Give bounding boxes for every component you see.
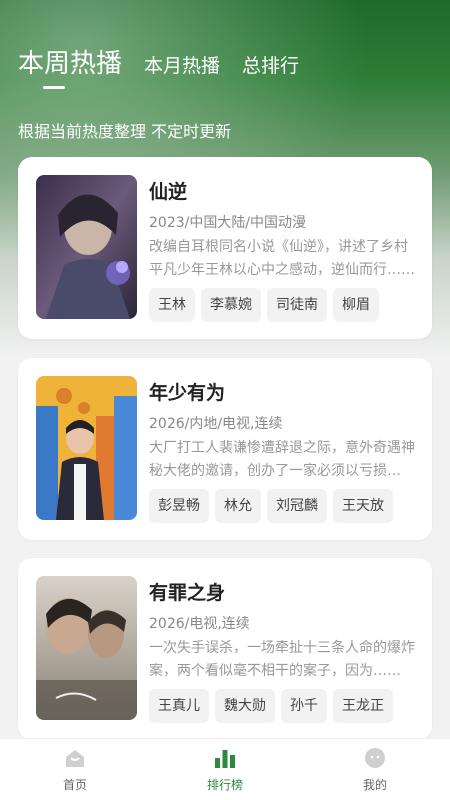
nav-profile-label: 我的: [362, 778, 387, 792]
bottom-navigation: 首页 排行榜 我的: [0, 738, 450, 800]
nav-profile[interactable]: 我的: [300, 739, 450, 800]
show-poster[interactable]: [36, 576, 137, 720]
page-subtitle: 根据当前热度整理 不定时更新: [18, 122, 232, 141]
profile-icon: [365, 748, 385, 768]
nav-home-label: 首页: [62, 778, 87, 792]
cast-tag[interactable]: 刘冠麟: [267, 489, 327, 523]
cast-tag[interactable]: 林允: [215, 489, 261, 523]
show-meta: 2026/电视,连续: [149, 616, 250, 632]
tab-weekly[interactable]: 本周热播: [18, 43, 122, 80]
show-title[interactable]: 仙逆: [149, 177, 187, 204]
nav-home[interactable]: 首页: [0, 739, 150, 800]
cast-tag[interactable]: 王龙正: [333, 689, 393, 723]
show-title[interactable]: 有罪之身: [149, 578, 225, 605]
tab-overall[interactable]: 总排行: [242, 51, 299, 80]
cast-tags: 王林 李慕婉 司徒南 柳眉: [149, 288, 379, 322]
cast-tag[interactable]: 王天放: [333, 489, 393, 523]
show-card[interactable]: 年少有为 2026/内地/电视,连续 大厂打工人裴谦惨遭辞退之际，意外奇遇神秘大…: [18, 358, 432, 540]
show-description: 大厂打工人裴谦惨遭辞退之际，意外奇遇神秘大佬的邀请，创办了一家必须以亏损为……: [149, 440, 415, 479]
cast-tag[interactable]: 魏大勋: [215, 689, 275, 723]
show-meta: 2026/内地/电视,连续: [149, 416, 283, 432]
cast-tag[interactable]: 孙千: [281, 689, 327, 723]
cast-tag[interactable]: 王林: [149, 288, 195, 322]
cast-tags: 彭昱畅 林允 刘冠麟 王天放: [149, 489, 393, 523]
show-description: 一次失手误杀，一场牵扯十三条人命的爆炸案，两个看似毫不相干的案子，因为……: [149, 640, 415, 679]
cast-tag[interactable]: 李慕婉: [201, 288, 261, 322]
show-card[interactable]: 仙逆 2023/中国大陆/中国动漫 改编自耳根同名小说《仙逆》，讲述了乡村平凡少…: [18, 157, 432, 339]
nav-ranking[interactable]: 排行榜: [150, 739, 300, 800]
cast-tags: 王真儿 魏大勋 孙千 王龙正: [149, 689, 393, 723]
cast-tag[interactable]: 王真儿: [149, 689, 209, 723]
show-poster[interactable]: [36, 376, 137, 520]
cast-tag[interactable]: 柳眉: [333, 288, 379, 322]
show-title[interactable]: 年少有为: [149, 378, 225, 405]
cast-tag[interactable]: 司徒南: [267, 288, 327, 322]
tab-monthly[interactable]: 本月热播: [144, 51, 220, 80]
show-meta: 2023/中国大陆/中国动漫: [149, 215, 307, 231]
home-icon: [66, 750, 84, 767]
ranking-tabs: 本周热播 本月热播 总排行: [18, 44, 299, 80]
show-card[interactable]: 有罪之身 2026/电视,连续 一次失手误杀，一场牵扯十三条人命的爆炸案，两个看…: [18, 558, 432, 740]
ranking-icon: [215, 750, 235, 768]
show-description: 改编自耳根同名小说《仙逆》，讲述了乡村平凡少年王林以心中之感动，逆仙而行……: [149, 239, 415, 278]
active-tab-indicator: [43, 86, 65, 89]
nav-ranking-label: 排行榜: [206, 778, 243, 792]
show-poster[interactable]: [36, 175, 137, 319]
cast-tag[interactable]: 彭昱畅: [149, 489, 209, 523]
